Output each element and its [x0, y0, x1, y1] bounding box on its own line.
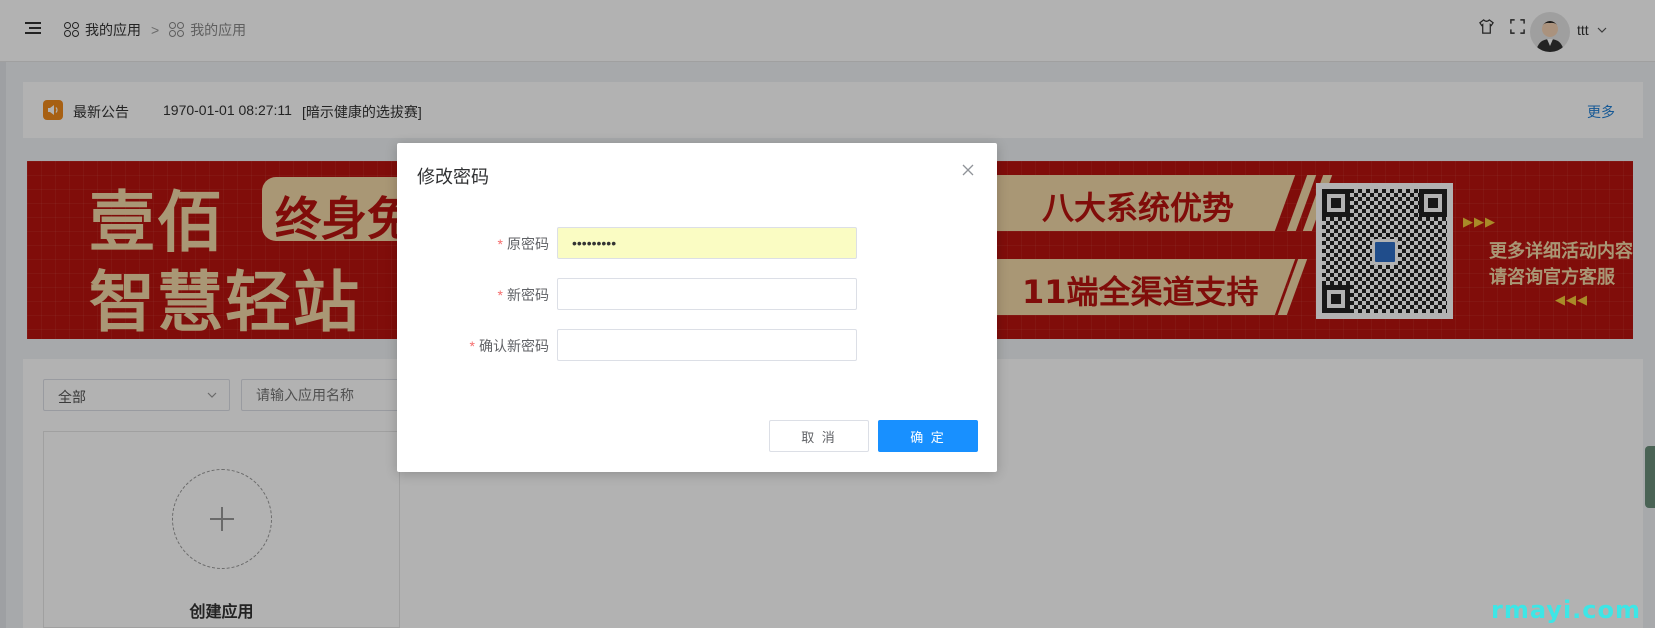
confirm-button[interactable]: 确 定	[878, 420, 978, 452]
confirm-password-label: * 确认新密码	[469, 338, 549, 354]
close-icon[interactable]	[961, 163, 975, 177]
confirm-password-input[interactable]	[557, 329, 857, 361]
change-password-dialog: 修改密码 *原密码 *新密码 *确认新密码 取 消 确 定	[397, 143, 997, 472]
new-password-label: * 新密码	[497, 287, 549, 303]
old-password-input[interactable]	[557, 227, 857, 259]
new-password-input[interactable]	[557, 278, 857, 310]
dialog-title: 修改密码	[417, 167, 489, 187]
old-password-label: * 原密码	[497, 236, 549, 252]
cancel-button[interactable]: 取 消	[769, 420, 869, 452]
watermark-logo: rmayi.com	[1491, 596, 1642, 624]
